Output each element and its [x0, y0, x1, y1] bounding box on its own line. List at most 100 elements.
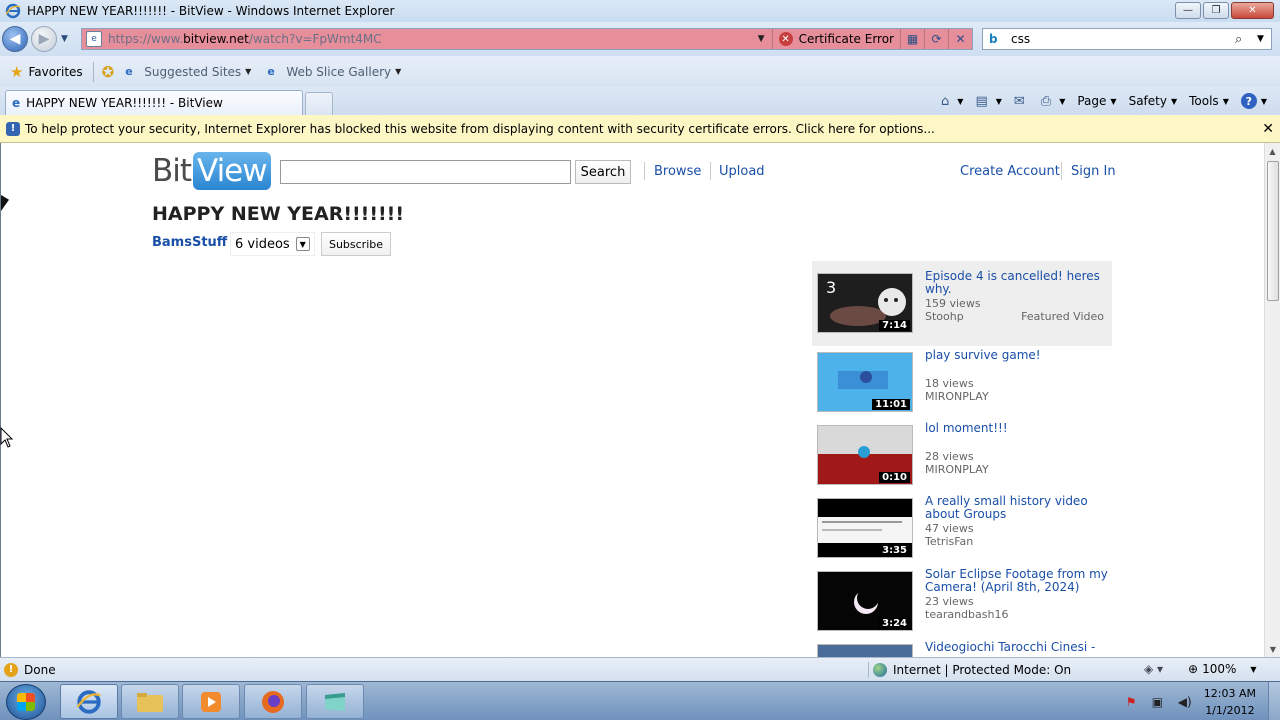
browse-link[interactable]: Browse: [654, 164, 701, 179]
vertical-scrollbar[interactable]: ▲ ▼: [1264, 143, 1280, 657]
scroll-up-arrow[interactable]: ▲: [1265, 143, 1280, 159]
logo-view-text: View: [193, 152, 271, 190]
related-video-item[interactable]: 11:01 play survive game! 18 views MIRONP…: [812, 346, 1112, 419]
protected-mode-icon[interactable]: ◈ ▾: [1144, 662, 1163, 676]
video-duration: 7:14: [879, 320, 910, 331]
scrollbar-thumb[interactable]: [1267, 161, 1279, 301]
chevron-down-icon: ▼: [1110, 96, 1117, 106]
network-icon[interactable]: ▣: [1152, 695, 1168, 709]
related-video-item[interactable]: 3 7:14 Episode 4 is cancelled! heres why…: [812, 261, 1112, 346]
create-account-link[interactable]: Create Account: [960, 164, 1060, 179]
action-center-icon[interactable]: ⚑: [1126, 695, 1142, 709]
recent-pages-dropdown[interactable]: ▼: [61, 34, 68, 44]
safety-menu[interactable]: Safety ▼: [1126, 94, 1181, 108]
compatibility-view-icon[interactable]: ▦: [900, 29, 924, 49]
address-bar[interactable]: e https://www.bitview.net/watch?v=FpWmt4…: [81, 28, 973, 50]
home-button[interactable]: ⌂ ▼: [938, 94, 966, 109]
related-video-author[interactable]: MIRONPLAY: [925, 390, 1110, 403]
print-button[interactable]: ⎙ ▼: [1038, 94, 1069, 109]
tab-active[interactable]: e HAPPY NEW YEAR!!!!!!! - BitView: [5, 90, 303, 115]
video-thumbnail[interactable]: 0:10: [817, 425, 913, 485]
subscribe-button[interactable]: Subscribe: [321, 232, 391, 256]
tools-menu[interactable]: Tools ▼: [1186, 94, 1232, 108]
help-button[interactable]: ? ▼: [1238, 93, 1270, 109]
minimize-button[interactable]: —: [1175, 2, 1201, 19]
shield-icon: !: [6, 121, 20, 136]
site-search-button[interactable]: Search: [575, 160, 631, 184]
related-video-title[interactable]: A really small history video about Group…: [925, 495, 1110, 521]
related-video-author: Stoohp Featured Video: [925, 310, 1110, 323]
video-thumbnail[interactable]: [817, 644, 913, 657]
system-clock[interactable]: 12:03 AM 1/1/2012: [1204, 685, 1256, 719]
taskbar-media-player[interactable]: [182, 684, 240, 719]
chevron-down-icon: ▼: [295, 237, 310, 251]
search-box[interactable]: b ⌕ ▼: [982, 28, 1272, 50]
certificate-error-button[interactable]: ✕ Certificate Error: [771, 29, 900, 49]
related-video-title[interactable]: lol moment!!!: [925, 422, 1110, 435]
zoom-level-button[interactable]: ⊕ 100% ▼: [1188, 662, 1257, 676]
close-information-bar-icon[interactable]: ✕: [1262, 121, 1274, 137]
video-count: 6 videos: [235, 236, 290, 252]
sign-in-link[interactable]: Sign In: [1071, 164, 1116, 179]
related-video-item[interactable]: 3:35 A really small history video about …: [812, 492, 1112, 565]
forward-button[interactable]: ▶: [31, 26, 57, 52]
new-tab-button[interactable]: [305, 92, 333, 115]
channel-videos-dropdown[interactable]: 6 videos ▼: [230, 232, 315, 256]
taskbar-file-explorer[interactable]: [121, 684, 179, 719]
related-video-title[interactable]: play survive game!: [925, 349, 1110, 362]
video-thumbnail[interactable]: 3:24: [817, 571, 913, 631]
address-url[interactable]: https://www.bitview.net/watch?v=FpWmt4MC: [108, 32, 758, 46]
read-mail-button[interactable]: ✉: [1011, 94, 1032, 109]
page-icon: e: [86, 31, 102, 47]
search-icon[interactable]: ⌕: [1235, 32, 1257, 47]
site-search-input[interactable]: [280, 160, 571, 184]
bitview-logo[interactable]: Bit View: [152, 152, 271, 190]
upload-link[interactable]: Upload: [719, 164, 765, 179]
refresh-icon[interactable]: ⟳: [924, 29, 948, 49]
video-thumbnail[interactable]: 3 7:14: [817, 273, 913, 333]
maximize-button[interactable]: ❐: [1203, 2, 1229, 19]
web-slice-gallery-link[interactable]: e Web Slice Gallery ▼: [267, 65, 401, 79]
internet-explorer-icon: [5, 3, 21, 19]
address-dropdown-icon[interactable]: ▼: [758, 34, 772, 44]
volume-icon[interactable]: ◀): [1178, 695, 1194, 709]
stop-icon[interactable]: ✕: [948, 29, 972, 49]
thumbnail-number: 3: [826, 278, 837, 297]
taskbar-firefox[interactable]: [244, 684, 302, 719]
search-input[interactable]: [1011, 32, 1235, 46]
related-video-item[interactable]: 3:24 Solar Eclipse Footage from my Camer…: [812, 565, 1112, 638]
home-icon: ⌂: [941, 93, 950, 109]
related-video-author[interactable]: TetrisFan: [925, 535, 1110, 548]
suggested-sites-link[interactable]: e Suggested Sites ▼: [125, 65, 251, 79]
taskbar-internet-explorer[interactable]: [60, 684, 118, 719]
related-video-title[interactable]: Videogiochi Tarocchi Cinesi -: [925, 641, 1110, 654]
related-video-title[interactable]: Episode 4 is cancelled! heres why.: [925, 270, 1110, 296]
related-video-author[interactable]: tearandbash16: [925, 608, 1110, 621]
video-duration: 11:01: [872, 399, 910, 410]
scroll-down-arrow[interactable]: ▼: [1265, 641, 1280, 657]
taskbar-app[interactable]: [306, 684, 364, 719]
author-name[interactable]: Stoohp: [925, 310, 964, 323]
related-video-title[interactable]: Solar Eclipse Footage from my Camera! (A…: [925, 568, 1110, 594]
video-thumbnail[interactable]: 3:35: [817, 498, 913, 558]
page-menu[interactable]: Page ▼: [1074, 94, 1119, 108]
show-desktop-button[interactable]: [1268, 682, 1280, 720]
back-button[interactable]: ◀: [2, 26, 28, 52]
search-options-dropdown[interactable]: ▼: [1257, 34, 1271, 44]
start-button[interactable]: [6, 684, 46, 720]
security-zone[interactable]: Internet | Protected Mode: On: [868, 662, 1071, 678]
chevron-down-icon: ▼: [995, 96, 1002, 106]
favorites-button[interactable]: ★ Favorites: [4, 60, 89, 84]
channel-link[interactable]: BamsStuff: [152, 235, 227, 250]
video-thumbnail[interactable]: 11:01: [817, 352, 913, 412]
feeds-button[interactable]: ▤ ▼: [972, 94, 1004, 109]
close-window-button[interactable]: ✕: [1231, 2, 1274, 19]
related-video-info: Videogiochi Tarocchi Cinesi -: [925, 641, 1110, 654]
related-video-item[interactable]: 0:10 lol moment!!! 28 views MIRONPLAY: [812, 419, 1112, 492]
security-information-bar[interactable]: ! To help protect your security, Interne…: [0, 115, 1280, 143]
related-video-author[interactable]: MIRONPLAY: [925, 463, 1110, 476]
add-to-favorites-bar-icon[interactable]: ✪: [102, 63, 115, 81]
related-video-item[interactable]: Videogiochi Tarocchi Cinesi -: [812, 638, 1112, 657]
security-message[interactable]: To help protect your security, Internet …: [25, 122, 935, 136]
